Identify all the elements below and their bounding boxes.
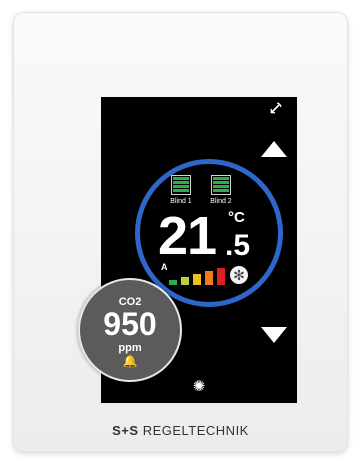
co2-badge: CO2 950 ppm 🔔 — [78, 278, 182, 382]
fan-level-3 — [193, 274, 201, 285]
sun-icon[interactable]: ✺ — [191, 379, 207, 395]
arrow-down-icon[interactable] — [261, 327, 287, 343]
temperature-unit: °C — [228, 209, 245, 226]
thermostat-device: Blind 1 Blind 2 21 °C .5 A ✻ ✺ CO2 950 p… — [13, 12, 348, 452]
blind-1-label: Blind 1 — [170, 198, 192, 205]
co2-value: 950 — [103, 306, 157, 342]
blind-1-icon[interactable] — [171, 175, 191, 197]
temperature-integer: 21 — [158, 206, 217, 266]
fan-level-5 — [217, 268, 225, 285]
blind-2-label: Blind 2 — [210, 198, 232, 205]
arrow-up-icon[interactable] — [261, 141, 287, 157]
brand-logo: S+S REGELTECHNIK — [0, 423, 361, 438]
blind-2-icon[interactable] — [211, 175, 231, 197]
fan-icon[interactable]: ✻ — [230, 266, 248, 284]
co2-unit: ppm — [118, 342, 142, 354]
fan-level-bar[interactable] — [169, 265, 229, 285]
bell-icon: 🔔 — [122, 354, 138, 368]
brand-name: REGELTECHNIK — [142, 423, 249, 438]
fan-level-1 — [169, 280, 177, 285]
signal-icon — [269, 101, 283, 115]
fan-level-4 — [205, 271, 213, 285]
brand-mark: S+S — [112, 423, 139, 438]
fan-mode-label: A — [161, 262, 168, 272]
fan-level-2 — [181, 277, 189, 285]
temperature-decimal: .5 — [225, 229, 251, 262]
